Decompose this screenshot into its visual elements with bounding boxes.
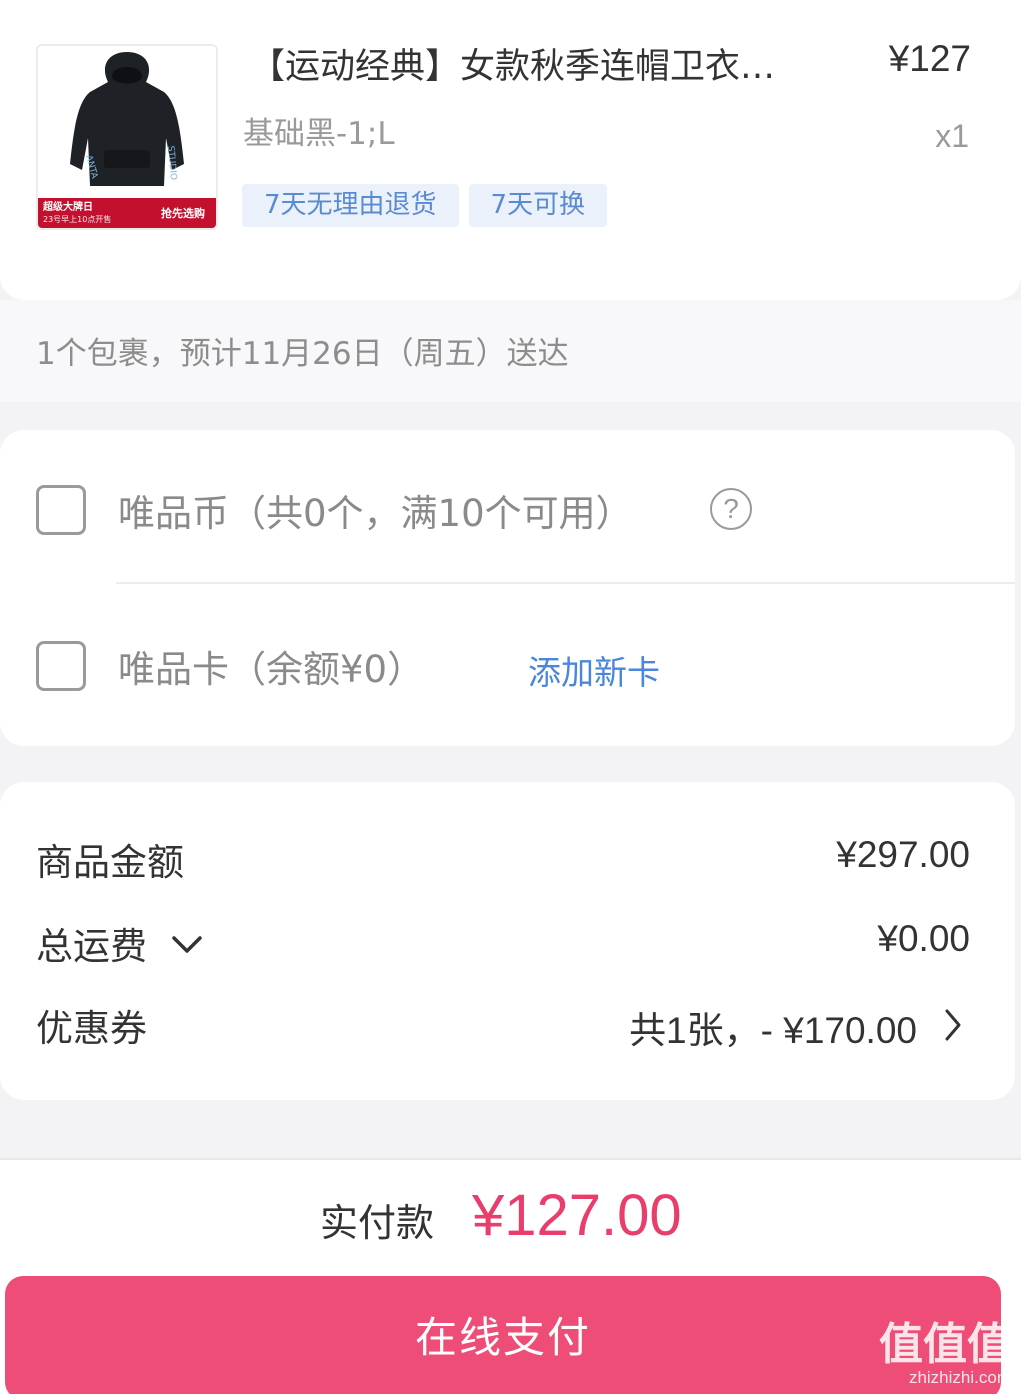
product-spec: 基础黑-1;L <box>243 116 395 152</box>
promo-banner: 超级大牌日 23号早上10点开售 抢先选购 <box>38 198 216 228</box>
vip-coins-checkbox[interactable] <box>36 485 86 535</box>
tag-7day-return: 7天无理由退货 <box>242 184 459 227</box>
shipping-value: ¥0.00 <box>877 918 970 959</box>
vip-coins-row[interactable]: 唯品币（共0个，满10个可用） ? <box>0 450 1015 570</box>
goods-amount-label: 商品金额 <box>36 841 184 884</box>
watermark: 值值值 zhizhizhi.com <box>861 1319 1011 1387</box>
vip-card-row[interactable]: 唯品卡（余额¥0） 添加新卡 <box>0 606 1015 726</box>
coupon-value[interactable]: 共1张，- ¥170.00 <box>629 1000 917 1054</box>
help-icon[interactable]: ? <box>710 488 752 530</box>
promo-cta: 抢先选购 <box>161 207 205 220</box>
divider <box>116 582 1015 584</box>
tag-7day-exchange: 7天可换 <box>468 184 608 227</box>
payment-options-card: 唯品币（共0个，满10个可用） ? 唯品卡（余额¥0） 添加新卡 <box>0 430 1015 746</box>
price-summary-card: 商品金额 ¥297.00 总运费 ¥0.00 优惠券 共1张，- ¥170.00 <box>0 782 1015 1100</box>
actual-pay-label: 实付款 <box>320 1201 435 1245</box>
promo-time: 23号早上10点开售 <box>43 214 112 224</box>
goods-amount-value: ¥297.00 <box>836 834 970 875</box>
watermark-url: zhizhizhi.com <box>908 1368 1011 1387</box>
chevron-down-icon[interactable] <box>170 934 204 956</box>
add-new-card-link[interactable]: 添加新卡 <box>528 646 660 694</box>
shipping-label[interactable]: 总运费 <box>36 916 147 970</box>
actual-pay-amount: ¥127.00 <box>472 1183 682 1248</box>
hoodie-image: ANTA STUDIO <box>38 46 216 198</box>
service-tags: 7天无理由退货 7天可换 <box>242 184 608 227</box>
watermark-logo: 值值值 <box>879 1319 1011 1370</box>
product-quantity: x1 <box>935 118 969 154</box>
chevron-right-icon[interactable] <box>943 1008 963 1042</box>
coupon-label[interactable]: 优惠券 <box>36 998 147 1052</box>
vip-coins-label: 唯品币（共0个，满10个可用） <box>118 492 633 535</box>
product-title[interactable]: 【运动经典】女款秋季连帽卫衣… <box>250 38 850 89</box>
online-pay-button-label: 在线支付 <box>414 1313 591 1362</box>
product-card: ANTA STUDIO 超级大牌日 23号早上10点开售 抢先选购 【运动经典】… <box>0 0 1021 300</box>
vip-card-checkbox[interactable] <box>36 641 86 691</box>
promo-brand: 超级大牌日 <box>43 201 93 213</box>
product-price: ¥127 <box>888 38 971 79</box>
product-thumbnail[interactable]: ANTA STUDIO 超级大牌日 23号早上10点开售 抢先选购 <box>36 44 218 230</box>
vip-card-label: 唯品卡（余额¥0） <box>118 648 425 691</box>
online-pay-button[interactable]: 在线支付 <box>5 1276 1001 1394</box>
checkout-footer: 实付款 ¥127.00 在线支付 值值值 zhizhizhi.com <box>0 1158 1021 1394</box>
delivery-text: 1个包裹，预计11月26日（周五）送达 <box>36 336 569 372</box>
delivery-estimate: 1个包裹，预计11月26日（周五）送达 <box>0 300 1021 402</box>
